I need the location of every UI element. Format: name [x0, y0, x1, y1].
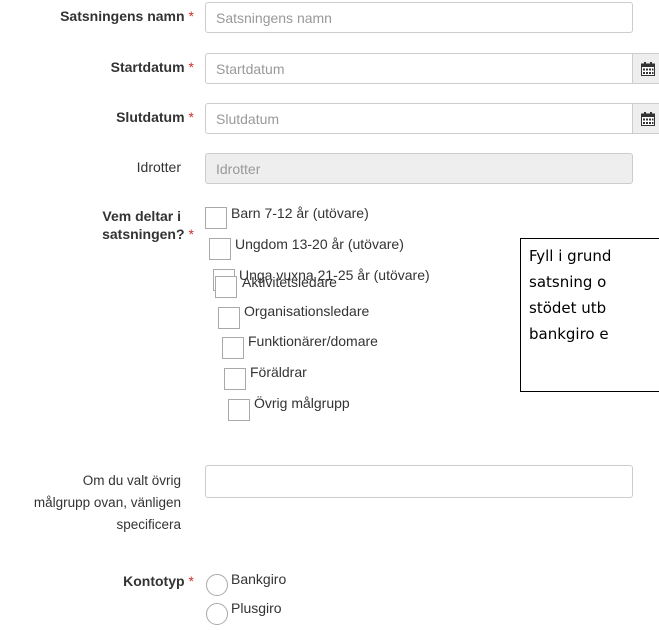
checkbox-label-foraldrar: Föräldrar	[250, 364, 307, 380]
name-label-text: Satsningens namn	[60, 8, 185, 24]
participants-label-line2: satsningen?	[102, 226, 185, 242]
name-label: Satsningens namn *	[60, 7, 194, 25]
required-mark: *	[188, 8, 194, 24]
checkbox-label-ungdom: Ungdom 13-20 år (utövare)	[235, 236, 404, 252]
end-date-label: Slutdatum *	[116, 108, 194, 126]
required-mark: *	[188, 573, 194, 589]
checkbox-label-aktivitetsledare: Aktivitetsledare	[242, 274, 337, 290]
checkbox-label-funktionarer: Funktionärer/domare	[248, 333, 378, 349]
start-date-input[interactable]	[205, 53, 633, 84]
radio-plusgiro[interactable]	[206, 603, 228, 625]
start-date-calendar-button[interactable]	[633, 53, 659, 84]
radio-bankgiro[interactable]	[206, 574, 228, 596]
callout-line1: Fyll i grund	[529, 247, 612, 265]
end-date-input[interactable]	[205, 103, 633, 134]
calendar-icon	[641, 112, 655, 126]
checkbox-foraldrar[interactable]	[224, 368, 246, 390]
required-mark: *	[188, 59, 194, 75]
other-label-line3: specificera	[116, 517, 181, 532]
callout-line4: bankgiro e	[529, 325, 609, 343]
checkbox-funktionarer[interactable]	[222, 337, 244, 359]
end-date-calendar-button[interactable]	[633, 103, 659, 134]
sports-label: Idrotter	[137, 158, 181, 176]
checkbox-barn[interactable]	[205, 207, 227, 229]
required-mark: *	[188, 109, 194, 125]
checkbox-label-barn: Barn 7-12 år (utövare)	[231, 205, 369, 221]
radio-label-plusgiro: Plusgiro	[231, 600, 282, 616]
other-label: Om du valt övrig målgrupp ovan, vänligen…	[34, 470, 181, 536]
account-type-label: Kontotyp *	[123, 572, 194, 590]
other-specify-input[interactable]	[205, 465, 633, 498]
sports-input	[205, 153, 633, 184]
start-date-label-text: Startdatum	[110, 59, 185, 75]
checkbox-label-ovrig: Övrig målgrupp	[254, 395, 350, 411]
start-date-label: Startdatum *	[111, 58, 194, 76]
checkbox-ovrig[interactable]	[228, 399, 250, 421]
checkbox-ungdom[interactable]	[209, 238, 231, 260]
checkbox-organisationsledare[interactable]	[218, 307, 240, 329]
end-date-label-text: Slutdatum	[116, 109, 185, 125]
checkbox-label-organisationsledare: Organisationsledare	[244, 303, 370, 319]
callout-line3: stödet utb	[529, 299, 607, 317]
sports-label-text: Idrotter	[136, 159, 181, 175]
callout-line2: satsning o	[529, 273, 607, 291]
checkbox-aktivitetsledare[interactable]	[215, 276, 237, 298]
other-label-line2: målgrupp ovan, vänligen	[33, 495, 181, 510]
other-label-line1: Om du valt övrig	[82, 473, 181, 488]
instruction-callout: Fyll i grund satsning o stödet utb bankg…	[520, 238, 659, 392]
name-input[interactable]	[205, 2, 633, 33]
account-type-label-text: Kontotyp	[123, 573, 185, 589]
required-mark: *	[188, 226, 194, 242]
participants-label-line1: Vem deltar i	[102, 208, 181, 224]
radio-label-bankgiro: Bankgiro	[231, 571, 287, 587]
participants-label: Vem deltar i satsningen? *	[102, 207, 194, 243]
calendar-icon	[641, 62, 655, 76]
